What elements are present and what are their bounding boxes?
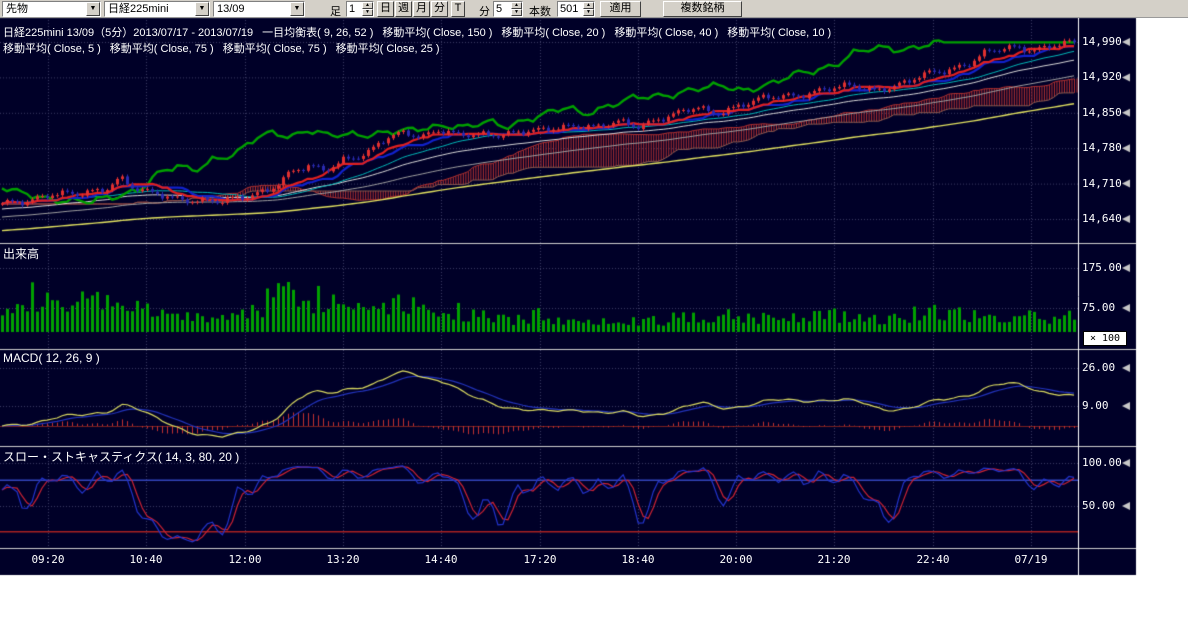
multi-symbol-button[interactable]: 複数銘柄 (663, 1, 742, 17)
tick-button[interactable]: T (451, 1, 465, 17)
spin-down-icon[interactable]: ▼ (362, 9, 373, 16)
minute-button[interactable]: 分 (431, 1, 448, 17)
indicator-ma75b-label: 移動平均( Close, 75 ) (223, 43, 327, 55)
time-axis-label: 21:20 (810, 553, 858, 566)
monthly-button[interactable]: 月 (413, 1, 430, 17)
time-axis-label: 14:40 (417, 553, 465, 566)
minute-interval-spinner[interactable]: 5 ▲▼ (493, 1, 523, 17)
time-axis-label: 17:20 (516, 553, 564, 566)
toolbar: 先物 ▼ 日経225mini ▼ 13/09 ▼ 足 1 ▲▼ 日 週 月 分 … (0, 0, 1188, 18)
indicator-ma40-label: 移動平均( Close, 40 ) (614, 27, 718, 39)
chart-application: 先物 ▼ 日経225mini ▼ 13/09 ▼ 足 1 ▲▼ 日 週 月 分 … (0, 0, 1188, 642)
macd-panel-title: MACD( 12, 26, 9 ) (3, 351, 100, 365)
weekly-button[interactable]: 週 (395, 1, 412, 17)
price-axis-label: 14,920 (1082, 70, 1122, 83)
spin-down-icon[interactable]: ▼ (583, 9, 594, 16)
indicator-ma75-label: 移動平均( Close, 75 ) (110, 43, 214, 55)
spin-up-icon[interactable]: ▲ (583, 2, 594, 9)
chart-header-line2: 移動平均( Close, 5 ) 移動平均( Close, 75 ) 移動平均( C… (3, 40, 449, 56)
indicator-ma10-label: 移動平均( Close, 10 ) (727, 27, 831, 39)
timeframe-label: 足 (330, 3, 341, 19)
bar-count-label: 本数 (529, 3, 551, 19)
price-axis-label: 14,990 (1082, 35, 1122, 48)
chart-canvas[interactable] (0, 0, 1188, 642)
indicator-ma25-label: 移動平均( Close, 25 ) (336, 43, 440, 55)
macd-axis-label: 26.00 (1082, 361, 1115, 374)
price-axis-label: 14,850 (1082, 106, 1122, 119)
stoch-axis-label: 50.00 (1082, 499, 1115, 512)
price-axis-label: 14,780 (1082, 141, 1122, 154)
volume-axis-label: 175.00 (1082, 261, 1122, 274)
time-axis-label: 13:20 (319, 553, 367, 566)
time-axis-label: 22:40 (909, 553, 957, 566)
stochastics-panel-title: スロー・ストキャスティクス( 14, 3, 80, 20 ) (3, 448, 239, 465)
interval-value: 1 (347, 2, 362, 16)
spin-down-icon[interactable]: ▼ (511, 9, 522, 16)
indicator-ma5-label: 移動平均( Close, 5 ) (3, 43, 101, 55)
macd-axis-label: 9.00 (1082, 399, 1109, 412)
time-axis-label: 10:40 (122, 553, 170, 566)
dropdown-arrow-icon[interactable]: ▼ (86, 2, 100, 16)
bar-count-spinner[interactable]: 501 ▲▼ (557, 1, 595, 17)
spin-up-icon[interactable]: ▲ (511, 2, 522, 9)
indicator-ichimoku-label: 一目均衡表( 9, 26, 52 ) (262, 27, 373, 39)
indicator-ma20-label: 移動平均( Close, 20 ) (501, 27, 605, 39)
dropdown-arrow-icon[interactable]: ▼ (195, 2, 209, 16)
dropdown-arrow-icon[interactable]: ▼ (290, 2, 304, 16)
minute-interval-value: 5 (494, 2, 511, 16)
symbol-select-value: 日経225mini (105, 2, 195, 16)
market-select-value: 先物 (3, 2, 86, 16)
chart-title: 日経225mini 13/09（5分）2013/07/17 - 2013/07/… (3, 27, 253, 39)
contract-month-select[interactable]: 13/09 ▼ (213, 1, 305, 17)
time-axis-label: 12:00 (221, 553, 269, 566)
apply-button[interactable]: 適用 (600, 1, 641, 17)
bar-count-value: 501 (558, 2, 583, 16)
spin-up-icon[interactable]: ▲ (362, 2, 373, 9)
volume-axis-label: 75.00 (1082, 301, 1115, 314)
volume-multiplier-box: × 100 (1083, 331, 1127, 346)
price-axis-label: 14,710 (1082, 177, 1122, 190)
stoch-axis-label: 100.00 (1082, 456, 1122, 469)
minute-unit-label: 分 (479, 3, 490, 19)
chart-header-line1: 日経225mini 13/09（5分）2013/07/17 - 2013/07/… (3, 24, 840, 40)
indicator-ma150-label: 移動平均( Close, 150 ) (382, 27, 492, 39)
time-axis-label: 20:00 (712, 553, 760, 566)
price-axis-label: 14,640 (1082, 212, 1122, 225)
interval-spinner[interactable]: 1 ▲▼ (346, 1, 374, 17)
time-axis-label: 18:40 (614, 553, 662, 566)
time-axis-label: 09:20 (24, 553, 72, 566)
symbol-select[interactable]: 日経225mini ▼ (104, 1, 210, 17)
volume-panel-title: 出来高 (3, 245, 39, 262)
contract-month-value: 13/09 (214, 2, 290, 16)
time-axis-label: 07/19 (1007, 553, 1055, 566)
market-select[interactable]: 先物 ▼ (2, 1, 101, 17)
daily-button[interactable]: 日 (377, 1, 394, 17)
